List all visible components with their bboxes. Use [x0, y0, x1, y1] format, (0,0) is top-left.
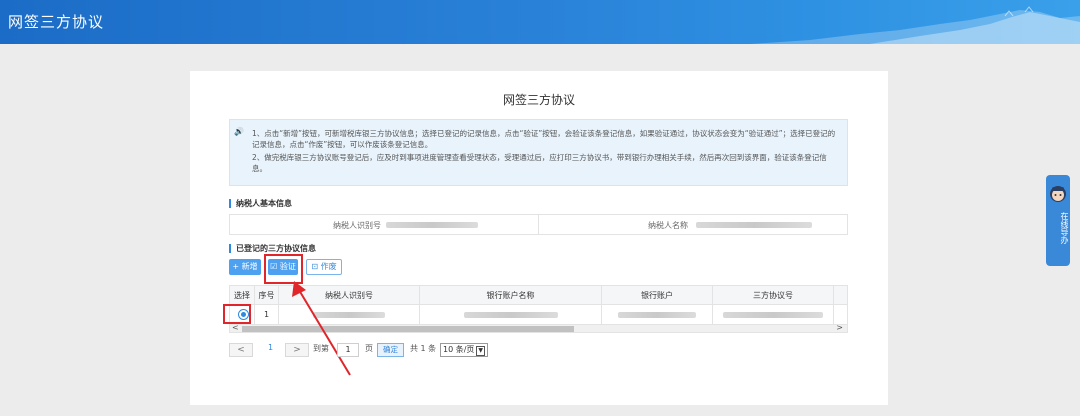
agreement-no-redacted	[723, 312, 823, 318]
assistant-avatar-icon	[1050, 186, 1066, 202]
app-title: 网签三方协议	[8, 13, 105, 31]
void-button[interactable]: ⊡ 作废	[306, 259, 342, 275]
dropdown-arrow-icon[interactable]: ▼	[476, 346, 486, 356]
next-page-button[interactable]: >	[285, 343, 309, 357]
column-header-bank-account: 银行账户	[602, 286, 713, 305]
main-card: 网签三方协议 🔊 1、点击“新增”按钮，可新增税库银三方协议信息；选择已登记的记…	[190, 71, 888, 405]
speaker-icon: 🔊	[234, 127, 244, 136]
taxpayer-name-value-redacted	[696, 222, 812, 228]
notice-line-2: 2、做完税库银三方协议账号登记后，应及时到事项进度管理查看受理状态，受理通过后，…	[252, 153, 827, 173]
goto-page-input[interactable]: 1	[337, 343, 359, 357]
page-size-value: 10 条/页	[443, 345, 475, 354]
taxpayer-id-label: 纳税人识别号	[333, 221, 381, 230]
taxpayer-id-value-redacted	[386, 222, 478, 228]
online-guide-label: 在线导办	[1060, 212, 1069, 244]
basic-info-row: 纳税人识别号 纳税人名称	[229, 214, 848, 235]
bank-account-cell	[602, 305, 713, 324]
page-size-select[interactable]: 10 条/页 ▼	[440, 343, 489, 357]
top-banner: 网签三方协议	[0, 0, 1080, 44]
column-header-bank-account-name: 银行账户名称	[420, 286, 602, 305]
taxpayer-name-cell: 纳税人名称	[538, 215, 847, 234]
page-unit-label: 页	[365, 344, 373, 353]
agreement-no-cell	[713, 305, 834, 324]
goto-confirm-button[interactable]: 确定	[377, 343, 404, 357]
section-heading-registered: 已登记的三方协议信息	[229, 244, 316, 253]
scroll-right-icon[interactable]: >	[836, 323, 843, 332]
goto-label: 到第	[313, 344, 329, 353]
notice-line-1: 1、点击“新增”按钮，可新增税库银三方协议信息；选择已登记的记录信息，点击“验证…	[252, 129, 836, 149]
taxpayer-name-label: 纳税人名称	[648, 221, 688, 230]
bank-account-name-cell	[420, 305, 602, 324]
total-count-label: 共 1 条	[410, 344, 437, 353]
red-arrow-annotation	[292, 281, 351, 376]
section-heading-basic-info: 纳税人基本信息	[229, 199, 292, 208]
add-button[interactable]: + 新增	[229, 259, 261, 275]
current-page-number[interactable]: 1	[268, 343, 273, 352]
index-cell: 1	[255, 305, 279, 324]
bank-account-name-redacted	[464, 312, 558, 318]
column-header-agreement-no: 三方协议号	[713, 286, 834, 305]
prev-page-button[interactable]: <	[229, 343, 253, 357]
radio-highlight-box	[223, 304, 251, 324]
taxpayer-id-cell: 纳税人识别号	[230, 215, 538, 234]
page-title: 网签三方协议	[502, 93, 575, 107]
column-header-select: 选择	[230, 286, 255, 305]
scroll-left-icon[interactable]: <	[232, 323, 239, 332]
great-wall-decoration-icon	[750, 6, 1080, 44]
bank-account-redacted	[618, 312, 696, 318]
instructions-notice: 🔊 1、点击“新增”按钮，可新增税库银三方协议信息；选择已登记的记录信息，点击“…	[229, 119, 848, 186]
online-guide-widget[interactable]: 在线导办	[1046, 175, 1070, 266]
column-header-index: 序号	[255, 286, 279, 305]
